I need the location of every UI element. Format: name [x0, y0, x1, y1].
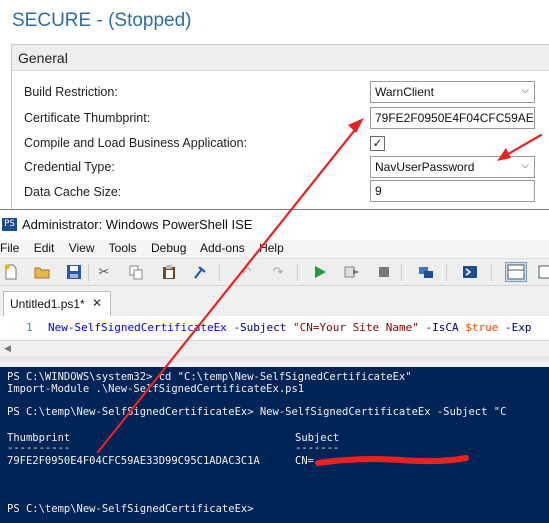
toolbar-separator — [219, 264, 220, 281]
thumbprint-value: 79FE2F0950E4F04CFC59AE33D99C95C1ADAC3C1A — [7, 455, 260, 467]
paste-icon[interactable] — [161, 264, 177, 280]
credential-type-value: NavUserPassword — [375, 160, 475, 174]
ise-menubar: File Edit View Tools Debug Add-ons Help — [0, 240, 549, 258]
open-folder-icon[interactable] — [34, 264, 50, 280]
code-cmdlet: New-SelfSignedCertificateEx — [48, 321, 227, 334]
stop-icon[interactable] — [376, 264, 392, 280]
undo-icon[interactable]: ↶ — [238, 264, 254, 280]
layout-script-top-icon[interactable] — [505, 262, 527, 282]
code-string-subject: "CN=Your Site Name" — [293, 321, 419, 334]
code-param-isca: -IsCA — [425, 321, 459, 334]
console-line: Import-Module .\New-SelfSignedCertificat… — [7, 383, 305, 395]
data-cache-size-field[interactable]: 9 — [370, 180, 535, 202]
menu-view[interactable]: View — [69, 241, 95, 255]
console-prompt: PS C:\temp\New-SelfSignedCertificateEx> — [7, 503, 254, 515]
credential-type-label: Credential Type: — [24, 160, 115, 174]
data-cache-size-label: Data Cache Size: — [24, 185, 122, 199]
cut-icon[interactable]: ✂ — [96, 264, 112, 280]
toolbar-separator — [446, 264, 447, 281]
line-number: 1 — [26, 321, 33, 334]
column-underline-thumbprint: ---------- — [7, 442, 71, 454]
clear-console-icon[interactable] — [193, 264, 209, 280]
new-file-icon[interactable] — [3, 264, 19, 280]
certificate-thumbprint-field[interactable]: 79FE2F0950E4F04CFC59AE3... — [370, 107, 535, 129]
server-instance-panel: SECURE - (Stopped) General Build Restric… — [0, 0, 549, 214]
chevron-down-icon: ⌵ — [521, 160, 529, 171]
close-icon[interactable]: ✕ — [92, 296, 102, 310]
editor-horizontal-scrollbar[interactable]: ◀ — [0, 340, 549, 356]
pane-splitter[interactable] — [0, 356, 549, 362]
menu-help[interactable]: Help — [259, 241, 284, 255]
code-var-true: $true — [465, 321, 499, 334]
compile-load-checkbox[interactable]: ✓ — [370, 136, 385, 151]
general-section-header[interactable]: General — [12, 45, 549, 71]
build-restriction-select[interactable]: WarnClient ⌵ — [370, 81, 535, 103]
ise-titlebar[interactable]: PS Administrator: Windows PowerShell ISE — [0, 210, 549, 240]
console-pane[interactable]: PS C:\WINDOWS\system32> cd "C:\temp\New-… — [0, 367, 549, 523]
build-restriction-label: Build Restriction: — [24, 85, 118, 99]
console-line: PS C:\temp\New-SelfSignedCertificateEx> … — [7, 406, 507, 418]
toolbar-separator — [491, 264, 492, 281]
redo-icon[interactable]: ↷ — [270, 264, 286, 280]
toolbar-separator — [297, 264, 298, 281]
script-line-1: New-SelfSignedCertificateEx -Subject "CN… — [48, 321, 532, 334]
run-script-icon[interactable] — [312, 264, 328, 280]
menu-addons[interactable]: Add-ons — [200, 241, 245, 255]
script-editor[interactable]: 1 New-SelfSignedCertificateEx -Subject "… — [0, 316, 549, 340]
copy-icon[interactable] — [128, 264, 144, 280]
compile-load-label: Compile and Load Business Application: — [24, 136, 248, 150]
script-tabstrip: Untitled1.ps1* ✕ — [0, 286, 549, 316]
scroll-left-icon[interactable]: ◀ — [4, 343, 11, 354]
general-section: General Build Restriction: WarnClient ⌵ … — [11, 44, 549, 214]
run-selection-icon[interactable] — [344, 264, 360, 280]
ise-window-title: Administrator: Windows PowerShell ISE — [22, 217, 253, 232]
toolbar-separator — [88, 264, 89, 281]
ise-toolbar: ✂ ↶ ↷ — [0, 258, 549, 286]
subject-value: CN= — [295, 455, 314, 467]
menu-file[interactable]: File — [0, 241, 19, 255]
powershell-ise-window: PS Administrator: Windows PowerShell ISE… — [0, 209, 549, 523]
toolbar-separator — [401, 264, 402, 281]
save-icon[interactable] — [66, 264, 82, 280]
layout-script-right-icon[interactable] — [537, 264, 549, 280]
script-tab-untitled1[interactable]: Untitled1.ps1* ✕ — [3, 291, 111, 316]
credential-type-select[interactable]: NavUserPassword ⌵ — [370, 156, 535, 178]
build-restriction-value: WarnClient — [375, 85, 434, 99]
server-instance-title: SECURE - (Stopped) — [12, 10, 192, 31]
code-param-exp: -Exp — [505, 321, 532, 334]
column-underline-subject: ------- — [295, 442, 340, 454]
menu-edit[interactable]: Edit — [34, 241, 55, 255]
remote-powershell-icon[interactable] — [418, 264, 434, 280]
powershell-logo-icon: PS — [2, 218, 17, 231]
powershell-console-icon[interactable] — [462, 264, 478, 280]
code-param-subject: -Subject — [233, 321, 287, 334]
script-tab-label: Untitled1.ps1* — [10, 297, 85, 311]
menu-debug[interactable]: Debug — [151, 241, 186, 255]
certificate-thumbprint-label: Certificate Thumbprint: — [24, 111, 151, 125]
chevron-down-icon: ⌵ — [521, 85, 529, 96]
menu-tools[interactable]: Tools — [109, 241, 137, 255]
console-line: PS C:\WINDOWS\system32> cd "C:\temp\New-… — [7, 371, 412, 383]
